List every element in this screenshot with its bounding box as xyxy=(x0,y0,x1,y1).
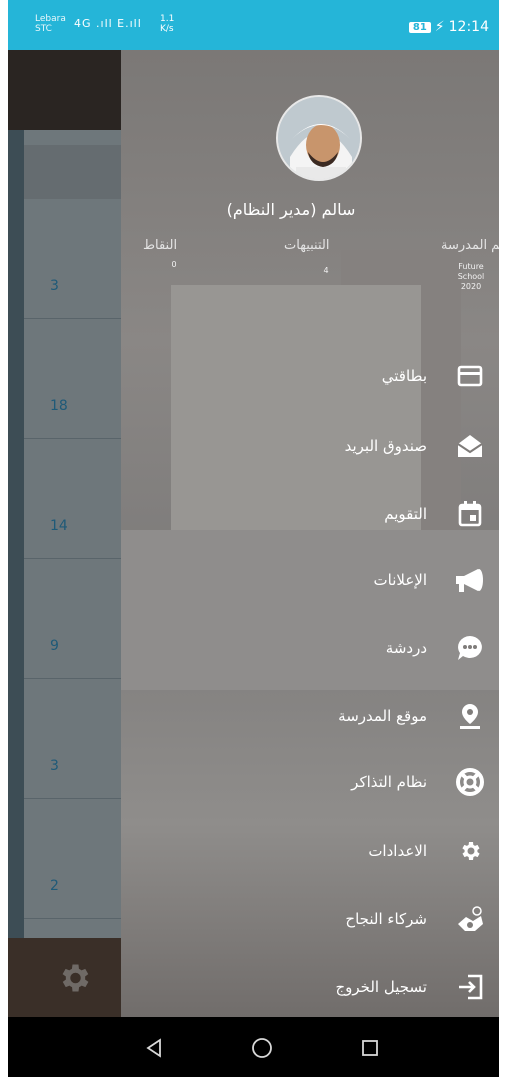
carrier-label: Lebara STC xyxy=(35,14,66,34)
row-divider xyxy=(24,438,126,439)
row-value: 3 xyxy=(50,758,59,774)
speed-value: 1.1 xyxy=(160,14,175,24)
points-label: النقاط xyxy=(143,238,178,253)
menu-item-logout[interactable]: تسجيل الخروج xyxy=(121,957,499,1017)
row-value: 18 xyxy=(50,398,68,414)
menu-item-label: دردشة xyxy=(385,639,427,657)
navigation-drawer: سالم (مدير النظام) النقاط 0 التنبيهات 4 … xyxy=(121,50,499,1017)
menu-item-calendar[interactable]: التقويم xyxy=(121,484,499,544)
status-right: 81 ⚡ 12:14 xyxy=(408,19,489,35)
menu-item-label: تسجيل الخروج xyxy=(335,978,427,996)
row-value: 2 xyxy=(50,878,59,894)
menu-item-school-location[interactable]: موقع المدرسة xyxy=(121,686,499,746)
alerts-value: 4 xyxy=(323,266,329,275)
status-bar: Lebara STC 4G .ıll E.ıll 1.1 K/s 81 ⚡ 12… xyxy=(8,0,499,50)
menu-item-settings[interactable]: الاعدادات xyxy=(121,821,499,881)
menu-item-label: شركاء النجاح xyxy=(345,910,427,928)
menu-item-success-partners[interactable]: شركاء النجاح xyxy=(121,889,499,949)
alerts-label: التنبيهات xyxy=(284,238,330,253)
back-button[interactable] xyxy=(140,1033,170,1063)
home-button[interactable] xyxy=(247,1033,277,1063)
row-divider xyxy=(24,318,126,319)
clock: 12:14 xyxy=(448,19,489,35)
menu-item-label: صندوق البريد xyxy=(344,437,427,455)
row-value: 3 xyxy=(50,278,59,294)
school-value-line: Future xyxy=(458,262,484,271)
chat-icon xyxy=(453,631,487,665)
calendar-icon xyxy=(453,497,487,531)
school-value-line: 2020 xyxy=(460,282,482,291)
home-circle-icon xyxy=(252,1038,272,1058)
menu-item-label: الإعلانات xyxy=(373,571,428,589)
row-divider xyxy=(24,918,126,919)
network-speed: 1.1 K/s xyxy=(160,14,174,34)
recents-button[interactable] xyxy=(355,1033,385,1063)
menu-item-label: الاعدادات xyxy=(368,842,427,860)
settings-gear-icon[interactable] xyxy=(56,960,92,996)
points-value: 0 xyxy=(171,260,177,269)
system-nav-bar xyxy=(8,1017,499,1077)
partners-icon xyxy=(453,902,487,936)
row-value: 9 xyxy=(50,638,59,654)
row-divider xyxy=(24,678,126,679)
school-value-line: School xyxy=(457,272,485,281)
back-triangle-icon xyxy=(146,1038,161,1058)
location-pin-icon xyxy=(453,699,487,733)
mailbox-icon xyxy=(453,429,487,463)
menu-item-ticket-system[interactable]: نظام التذاكر xyxy=(121,752,499,812)
user-name: سالم (مدير النظام) xyxy=(226,200,356,219)
logout-icon xyxy=(453,970,487,1004)
carrier-bottom: STC xyxy=(35,24,52,34)
background-title-bar xyxy=(24,145,126,199)
battery-icon: 81 xyxy=(408,21,431,33)
charging-icon: ⚡ xyxy=(434,19,445,35)
menu-item-announcements[interactable]: الإعلانات xyxy=(121,550,499,610)
menu-item-label: نظام التذاكر xyxy=(351,773,427,791)
speed-unit: K/s xyxy=(160,24,174,34)
app-frame: Lebara STC 4G .ıll E.ıll 1.1 K/s 81 ⚡ 12… xyxy=(8,0,499,1077)
menu-item-label: بطاقتي xyxy=(381,367,427,385)
signal-icons: 4G .ıll E.ıll xyxy=(74,17,142,30)
menu-item-label: التقويم xyxy=(384,505,427,523)
menu-item-my-card[interactable]: بطاقتي xyxy=(121,346,499,406)
background-panel xyxy=(24,130,126,938)
avatar-image xyxy=(278,97,360,179)
lifebuoy-icon xyxy=(453,765,487,799)
school-value: Future School 2020 xyxy=(451,262,491,292)
row-divider xyxy=(24,798,126,799)
card-icon xyxy=(453,359,487,393)
megaphone-icon xyxy=(453,563,487,597)
avatar[interactable] xyxy=(276,95,362,181)
recents-square-icon xyxy=(362,1040,378,1056)
row-divider xyxy=(24,558,126,559)
school-label: اسم المدرسة xyxy=(441,238,499,253)
row-value: 14 xyxy=(50,518,68,534)
menu-item-label: موقع المدرسة xyxy=(338,707,427,725)
menu-item-chat[interactable]: دردشة xyxy=(121,618,499,678)
menu-item-mailbox[interactable]: صندوق البريد xyxy=(121,416,499,476)
gear-icon xyxy=(453,834,487,868)
carrier-top: Lebara xyxy=(35,14,66,24)
